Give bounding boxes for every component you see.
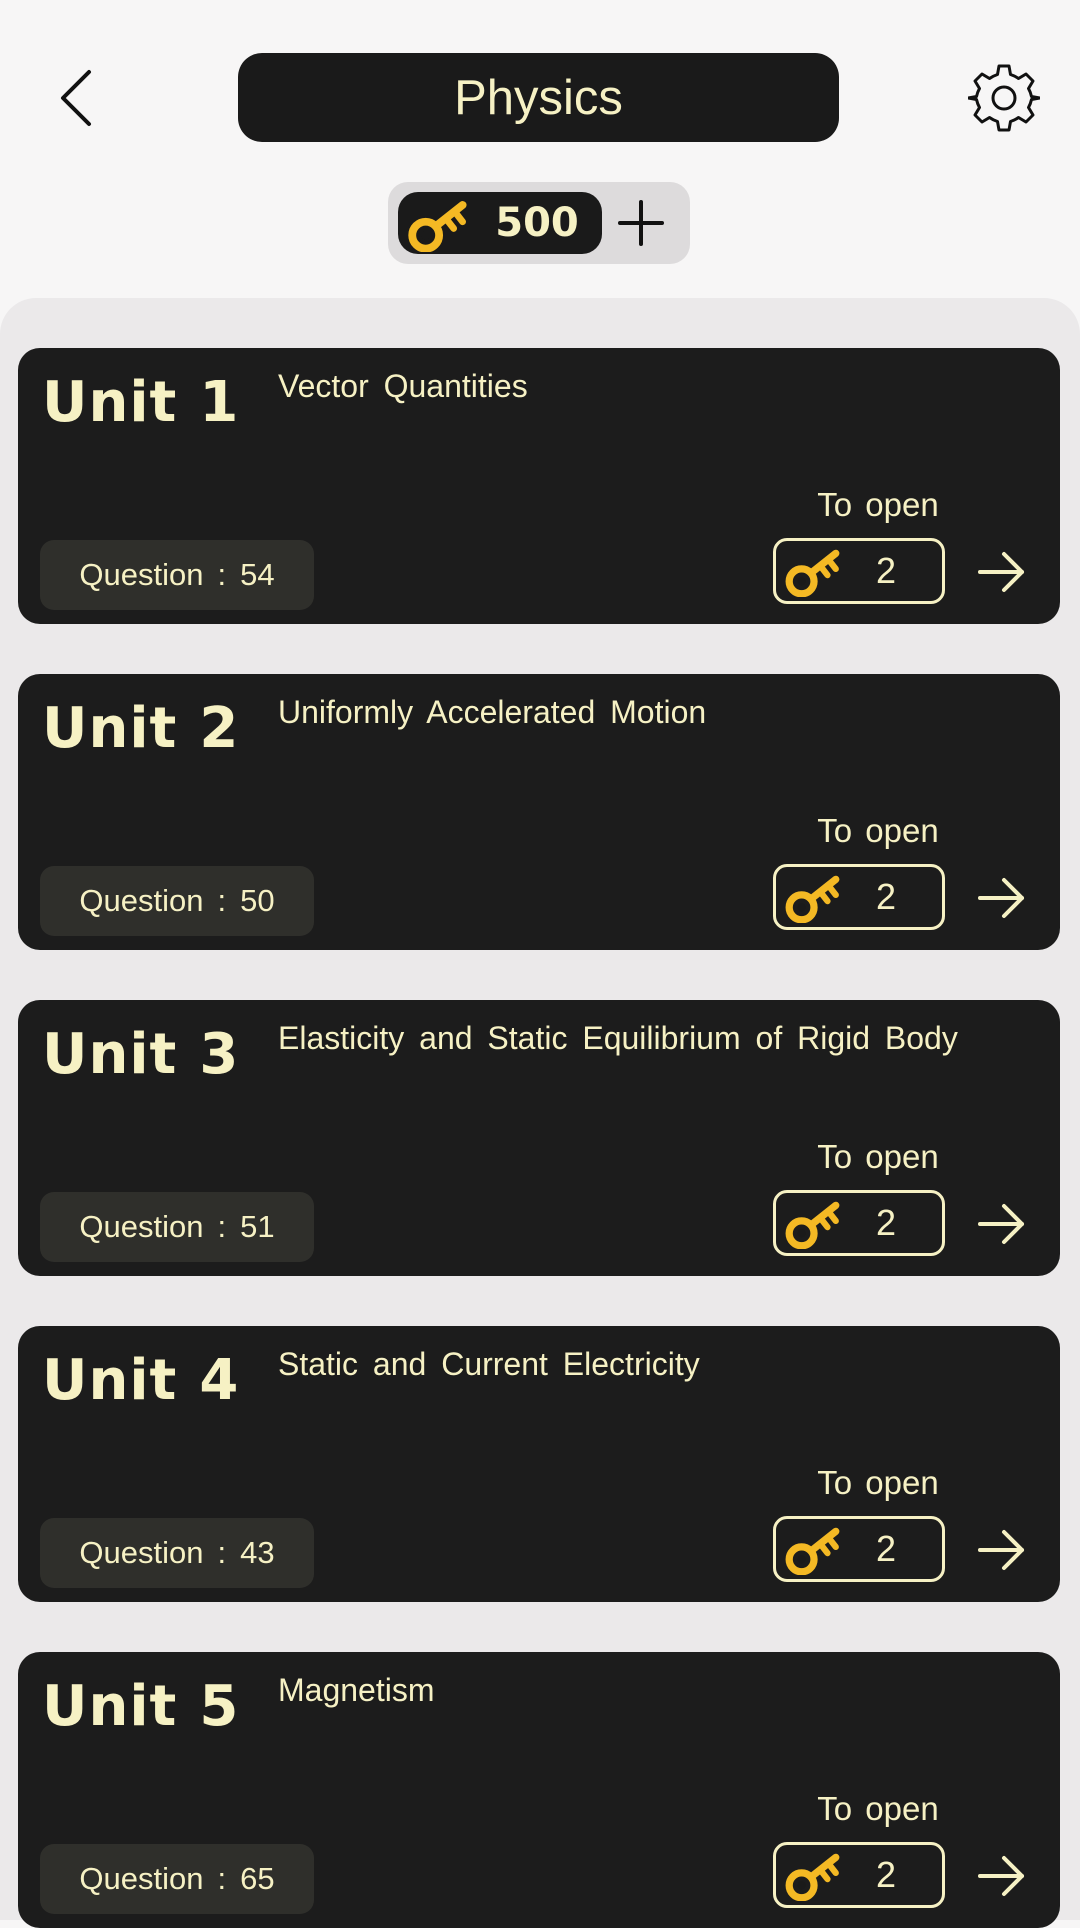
key-balance-pill: 500 [398,192,602,254]
question-label: Question [79,883,204,918]
unit-label: Unit [42,1348,178,1413]
top-bar: Physics 500 [0,0,1080,290]
question-separator: : [217,1535,227,1570]
unit-label: Unit [42,370,178,435]
unit-heading: Unit 1 [42,370,239,435]
unit-heading: Unit 3 [42,1022,239,1087]
unit-label: Unit [42,1674,178,1739]
unit-label: Unit [42,1022,178,1087]
unit-title: Uniformly Accelerated Motion [278,694,707,730]
unlock-cost-button[interactable]: 2 [773,1842,945,1908]
unlock-cost-button[interactable]: 2 [773,1516,945,1582]
unit-title: Static and Current Electricity [278,1346,700,1382]
key-icon [406,196,470,252]
question-count: 65 [240,1861,275,1896]
unlock-cost: 2 [876,1528,897,1569]
key-icon [784,1849,842,1901]
arrow-right-icon[interactable] [976,548,1028,596]
unit-number: 5 [199,1674,240,1739]
page-title: Physics [454,70,623,125]
page-title-pill: Physics [238,53,839,142]
to-open-label: To open [817,1464,939,1501]
unit-title: Elasticity and Static Equilibrium of Rig… [278,1020,958,1056]
question-count-badge: Question:54 [40,540,314,610]
question-label: Question [79,557,204,592]
unit-number: 2 [199,696,240,761]
unit-number: 3 [199,1022,240,1087]
unlock-cost-button[interactable]: 2 [773,864,945,930]
key-icon [784,871,842,923]
question-count: 50 [240,883,275,918]
plus-icon[interactable] [614,196,668,250]
key-icon [784,545,842,597]
unit-list: Unit 1 Vector Quantities Question:54 To o… [0,298,1080,1928]
question-label: Question [79,1861,204,1896]
unit-card-2[interactable]: Unit 2 Uniformly Accelerated Motion Quest… [18,674,1060,950]
question-separator: : [217,883,227,918]
unit-card-3[interactable]: Unit 3 Elasticity and Static Equilibrium … [18,1000,1060,1276]
unit-heading: Unit 4 [42,1348,239,1413]
settings-button[interactable] [966,60,1042,136]
unlock-cost: 2 [876,1202,897,1243]
unlock-cost: 2 [876,876,897,917]
chevron-left-icon [61,70,91,126]
unit-card-5[interactable]: Unit 5 Magnetism Question:65 To open 2 [18,1652,1060,1928]
arrow-right-icon[interactable] [976,874,1028,922]
back-button[interactable] [40,58,110,138]
unit-card-4[interactable]: Unit 4 Static and Current Electricity Que… [18,1326,1060,1602]
unit-label: Unit [42,696,178,761]
arrow-right-icon[interactable] [976,1526,1028,1574]
question-separator: : [217,1209,227,1244]
key-icon [784,1523,842,1575]
to-open-label: To open [817,1138,939,1175]
unlock-cost: 2 [876,1854,897,1895]
to-open-label: To open [817,486,939,523]
key-balance-count: 500 [495,200,579,246]
unit-card-1[interactable]: Unit 1 Vector Quantities Question:54 To o… [18,348,1060,624]
arrow-right-icon[interactable] [976,1200,1028,1248]
unit-number: 4 [199,1348,240,1413]
question-count-badge: Question:51 [40,1192,314,1262]
question-label: Question [79,1209,204,1244]
unit-title: Vector Quantities [278,368,528,404]
question-separator: : [217,1861,227,1896]
gear-icon [968,64,1040,132]
unit-heading: Unit 2 [42,696,239,761]
question-count-badge: Question:43 [40,1518,314,1588]
question-label: Question [79,1535,204,1570]
key-icon [784,1197,842,1249]
unlock-cost: 2 [876,550,897,591]
question-count-badge: Question:65 [40,1844,314,1914]
unit-title: Magnetism [278,1672,435,1708]
question-count-badge: Question:50 [40,866,314,936]
question-count: 54 [240,557,275,592]
to-open-label: To open [817,1790,939,1827]
unlock-cost-button[interactable]: 2 [773,1190,945,1256]
to-open-label: To open [817,812,939,849]
question-separator: : [217,557,227,592]
arrow-right-icon[interactable] [976,1852,1028,1900]
unit-heading: Unit 5 [42,1674,239,1739]
key-balance: 500 [388,182,690,264]
question-count: 51 [240,1209,275,1244]
unit-number: 1 [199,370,240,435]
question-count: 43 [240,1535,275,1570]
unlock-cost-button[interactable]: 2 [773,538,945,604]
